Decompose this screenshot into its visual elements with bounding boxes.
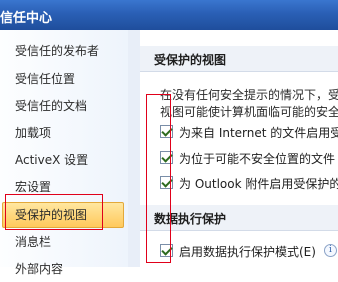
sidebar-item-activex[interactable]: ActiveX 设置 xyxy=(0,147,128,173)
panel-divider xyxy=(128,30,140,267)
window-title: 信任中心 xyxy=(0,11,53,26)
sidebar-item-trusted-locations[interactable]: 受信任位置 xyxy=(0,66,128,92)
option-unsafe-locations-label: 为位于可能不安全位置的文件 xyxy=(179,152,336,166)
sidebar-nav: 受信任的发布者 受信任位置 受信任的文档 加载项 ActiveX 设置 宏设置 … xyxy=(0,30,129,276)
info-icon[interactable]: i xyxy=(324,244,337,257)
option-dep-mode-label: 启用数据执行保护模式(E) xyxy=(179,245,316,259)
highlight-box-checkboxes xyxy=(146,94,171,263)
protected-view-description-line1: 在没有任何安全提示的情况下，受 xyxy=(160,88,338,102)
title-bar: 信任中心 xyxy=(0,0,338,30)
option-outlook-attachments-label: 为 Outlook 附件启用受保护的 xyxy=(179,177,338,191)
sidebar-item-addins[interactable]: 加载项 xyxy=(0,120,128,146)
sidebar-item-trusted-documents[interactable]: 受信任的文档 xyxy=(0,93,128,119)
sidebar-item-external-content[interactable]: 外部内容 xyxy=(0,256,128,282)
protected-view-heading: 受保护的视图 xyxy=(154,53,227,67)
sidebar-item-trusted-publishers[interactable]: 受信任的发布者 xyxy=(0,38,128,64)
highlight-box-sidebar xyxy=(5,194,103,230)
option-internet-files-label: 为来自 Internet 的文件启用受 xyxy=(179,126,338,140)
protected-view-header: 受保护的视图 xyxy=(140,46,338,72)
protected-view-description-line2: 视图可能使计算机面临可能的安全 xyxy=(160,105,338,119)
sidebar-item-message-bar[interactable]: 消息栏 xyxy=(0,229,128,255)
